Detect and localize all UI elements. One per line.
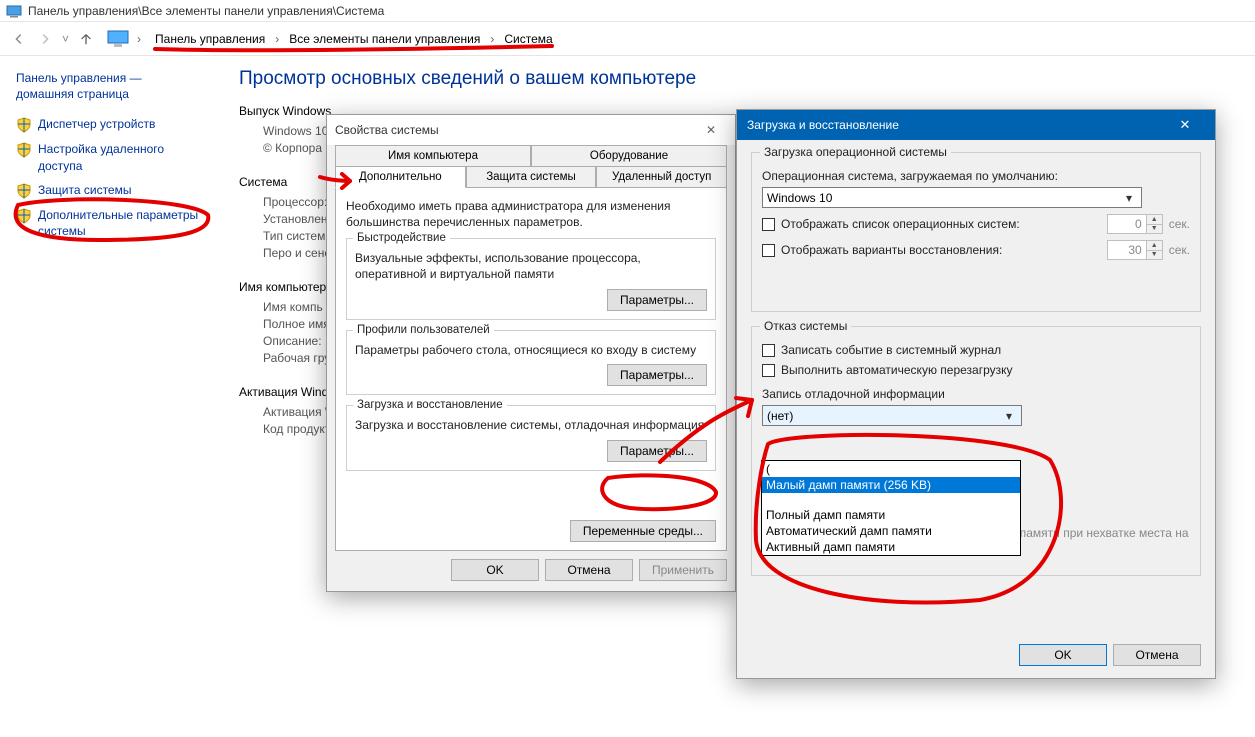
- nav-up[interactable]: [75, 28, 97, 50]
- recover-cancel-button[interactable]: Отмена: [1113, 644, 1201, 666]
- spin-os-list-input[interactable]: [1107, 214, 1147, 234]
- dump-dropdown-list: ( Малый дамп памяти (256 KB) Полный дамп…: [761, 460, 1021, 556]
- crumb-sep-0[interactable]: ›: [137, 32, 141, 46]
- dump-label: Запись отладочной информации: [762, 387, 1190, 401]
- sidebar: Панель управления — домашняя страница Ди…: [0, 56, 215, 737]
- spin-recovery[interactable]: ▲▼: [1107, 240, 1163, 260]
- dd-item-full-dump[interactable]: Полный дамп памяти: [762, 507, 1020, 523]
- checkbox-auto-restart[interactable]: [762, 364, 775, 377]
- group-startup-desc: Загрузка и восстановление системы, отлад…: [355, 418, 707, 434]
- recover-ok-button[interactable]: OK: [1019, 644, 1107, 666]
- group-startup-title: Загрузка и восстановление: [353, 399, 507, 411]
- tab-protection[interactable]: Защита системы: [466, 166, 597, 188]
- default-os-label: Операционная система, загружаемая по умо…: [762, 169, 1190, 183]
- dd-item-none-cut[interactable]: (: [762, 461, 1020, 477]
- chevron-down-icon: ▾: [1001, 406, 1017, 425]
- checkbox-recovery-list[interactable]: [762, 244, 775, 257]
- spin-os-list[interactable]: ▲▼: [1107, 214, 1163, 234]
- env-vars-button[interactable]: Переменные среды...: [570, 520, 716, 542]
- chk-os-list-label: Отображать список операционных систем:: [781, 217, 1107, 231]
- group-profiles-title: Профили пользователей: [353, 324, 494, 336]
- performance-settings-button[interactable]: Параметры...: [607, 289, 707, 311]
- dump-combo[interactable]: (нет) ▾: [762, 405, 1022, 426]
- sidebar-link-system-protection[interactable]: Защита системы: [16, 182, 207, 199]
- chevron-down-icon: ▾: [1121, 188, 1137, 207]
- control-panel-icon: [6, 3, 22, 19]
- crumb-sep-2[interactable]: ›: [490, 32, 494, 46]
- shield-icon: [16, 208, 32, 224]
- breadcrumbs: Панель управления › Все элементы панели …: [151, 30, 557, 48]
- tab-hardware[interactable]: Оборудование: [531, 145, 727, 166]
- dd-item-active-dump[interactable]: Активный дамп памяти: [762, 539, 1020, 555]
- chk-recovery-label: Отображать варианты восстановления:: [781, 243, 1107, 257]
- startup-recovery-title: Загрузка и восстановление: [747, 118, 899, 132]
- group-performance-title: Быстродействие: [353, 232, 450, 244]
- tab-remote[interactable]: Удаленный доступ: [596, 166, 727, 188]
- fieldset-startup: Загрузка операционной системы Операционн…: [751, 152, 1201, 312]
- crumb-system[interactable]: Система: [500, 30, 556, 48]
- monitor-icon: [107, 30, 129, 48]
- checkbox-write-event[interactable]: [762, 344, 775, 357]
- sidebar-home[interactable]: Панель управления — домашняя страница: [16, 70, 207, 102]
- sysprops-ok-button[interactable]: OK: [451, 559, 539, 581]
- window-titlebar: Панель управления\Все элементы панели уп…: [0, 0, 1255, 22]
- crumb-all-items[interactable]: Все элементы панели управления: [285, 30, 484, 48]
- nav-forward[interactable]: [34, 28, 56, 50]
- close-button[interactable]: ✕: [1165, 110, 1205, 140]
- group-profiles-desc: Параметры рабочего стола, относящиеся ко…: [355, 343, 707, 359]
- group-performance-desc: Визуальные эффекты, использование процес…: [355, 251, 707, 282]
- nav-back[interactable]: [8, 28, 30, 50]
- tab-advanced[interactable]: Дополнительно: [335, 166, 466, 188]
- crumb-control-panel[interactable]: Панель управления: [151, 30, 269, 48]
- sidebar-link-remote-settings[interactable]: Настройка удаленного доступа: [16, 141, 207, 173]
- crumb-sep-1[interactable]: ›: [275, 32, 279, 46]
- dd-item-small-dump[interactable]: Малый дамп памяти (256 KB): [762, 477, 1020, 493]
- sidebar-link-device-manager[interactable]: Диспетчер устройств: [16, 116, 207, 133]
- profiles-settings-button[interactable]: Параметры...: [607, 364, 707, 386]
- admin-note: Необходимо иметь права администратора дл…: [346, 198, 716, 230]
- startup-recovery-titlebar[interactable]: Загрузка и восстановление ✕: [737, 110, 1215, 140]
- checkbox-os-list[interactable]: [762, 218, 775, 231]
- system-properties-title: Свойства системы: [335, 123, 439, 137]
- sysprops-apply-button[interactable]: Применить: [639, 559, 727, 581]
- window-title-text: Панель управления\Все элементы панели уп…: [28, 4, 384, 18]
- startup-settings-button[interactable]: Параметры...: [607, 440, 707, 462]
- default-os-combo[interactable]: Windows 10 ▾: [762, 187, 1142, 208]
- startup-recovery-dialog: Загрузка и восстановление ✕ Загрузка опе…: [736, 109, 1216, 679]
- shield-icon: [16, 142, 32, 158]
- dd-item-cut[interactable]: [762, 493, 1020, 507]
- shield-icon: [16, 183, 32, 199]
- nav-recent[interactable]: ˅: [62, 32, 69, 46]
- sidebar-link-advanced-settings[interactable]: Дополнительные параметры системы: [16, 207, 207, 239]
- dd-item-auto-dump[interactable]: Автоматический дамп памяти: [762, 523, 1020, 539]
- tab-computer-name[interactable]: Имя компьютера: [335, 145, 531, 166]
- navbar: ˅ › Панель управления › Все элементы пан…: [0, 22, 1255, 56]
- system-properties-dialog: Свойства системы ✕ Имя компьютера Оборуд…: [326, 114, 736, 592]
- system-properties-titlebar[interactable]: Свойства системы ✕: [327, 115, 735, 145]
- page-title: Просмотр основных сведений о вашем компь…: [239, 68, 1239, 90]
- close-button[interactable]: ✕: [695, 118, 727, 142]
- shield-icon: [16, 117, 32, 133]
- spin-recovery-input[interactable]: [1107, 240, 1147, 260]
- sysprops-cancel-button[interactable]: Отмена: [545, 559, 633, 581]
